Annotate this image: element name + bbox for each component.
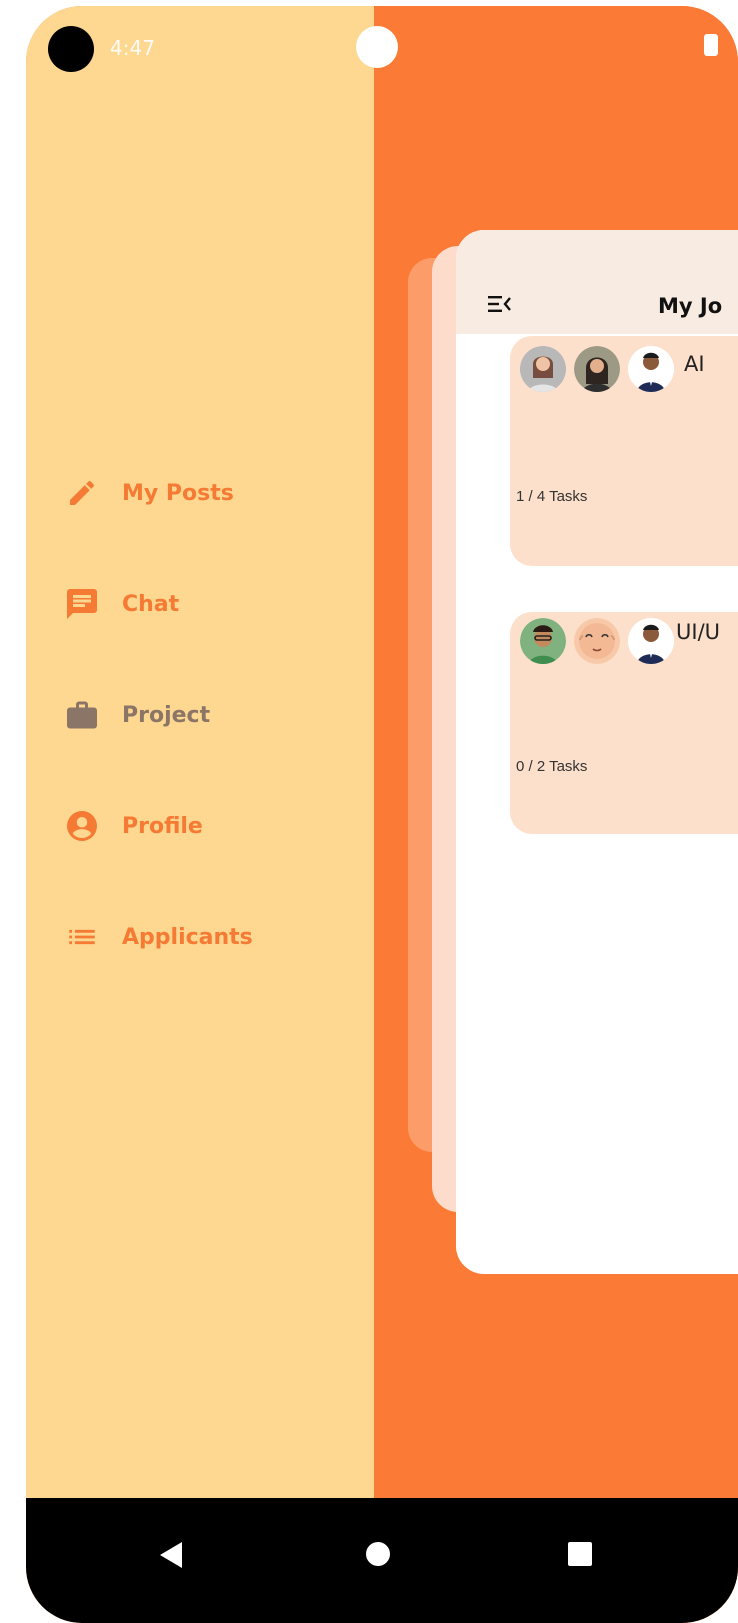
avatar: [574, 346, 620, 392]
chat-icon: [64, 586, 100, 622]
back-icon[interactable]: [160, 1542, 182, 1568]
briefcase-icon: [64, 697, 100, 733]
system-navigation-bar: [26, 1498, 738, 1623]
menu-item-my-posts[interactable]: My Posts: [64, 468, 234, 518]
avatar: [520, 618, 566, 664]
menu-item-chat[interactable]: Chat: [64, 579, 179, 629]
task-count: 0 / 2 Tasks: [516, 758, 588, 775]
job-card[interactable]: AI 1 / 4 Tasks: [510, 336, 738, 566]
job-title: UI/U: [676, 620, 721, 644]
home-icon[interactable]: [366, 1542, 390, 1566]
phone-screen: 4:47 My Posts Chat Project Profile Appli…: [26, 6, 738, 1623]
profile-icon: [64, 808, 100, 844]
app-screen-preview[interactable]: My Jo AI 1 / 4 Tasks UI/U 0 / 2 Tasks: [456, 230, 738, 1274]
job-title: AI: [684, 352, 705, 376]
pencil-icon: [64, 475, 100, 511]
list-icon: [64, 919, 100, 955]
status-time: 4:47: [110, 36, 155, 60]
task-count: 1 / 4 Tasks: [516, 488, 588, 505]
status-indicator-dot: [356, 26, 398, 68]
menu-label-my-posts: My Posts: [122, 480, 234, 506]
menu-item-profile[interactable]: Profile: [64, 801, 203, 851]
menu-label-chat: Chat: [122, 591, 180, 617]
recent-apps-icon[interactable]: [568, 1542, 592, 1566]
avatar: [628, 618, 674, 664]
menu-open-icon[interactable]: [488, 294, 512, 314]
menu-label-project: Project: [122, 702, 211, 728]
camera-cutout: [48, 26, 94, 72]
avatar: [628, 346, 674, 392]
avatar: [574, 618, 620, 664]
menu-label-profile: Profile: [122, 813, 203, 839]
job-card[interactable]: UI/U 0 / 2 Tasks: [510, 612, 738, 834]
battery-icon: [704, 34, 718, 56]
app-bar: My Jo: [456, 230, 738, 334]
avatar: [520, 346, 566, 392]
menu-item-project[interactable]: Project: [64, 690, 210, 740]
menu-item-applicants[interactable]: Applicants: [64, 912, 253, 962]
page-title: My Jo: [658, 294, 723, 318]
menu-label-applicants: Applicants: [122, 924, 253, 950]
